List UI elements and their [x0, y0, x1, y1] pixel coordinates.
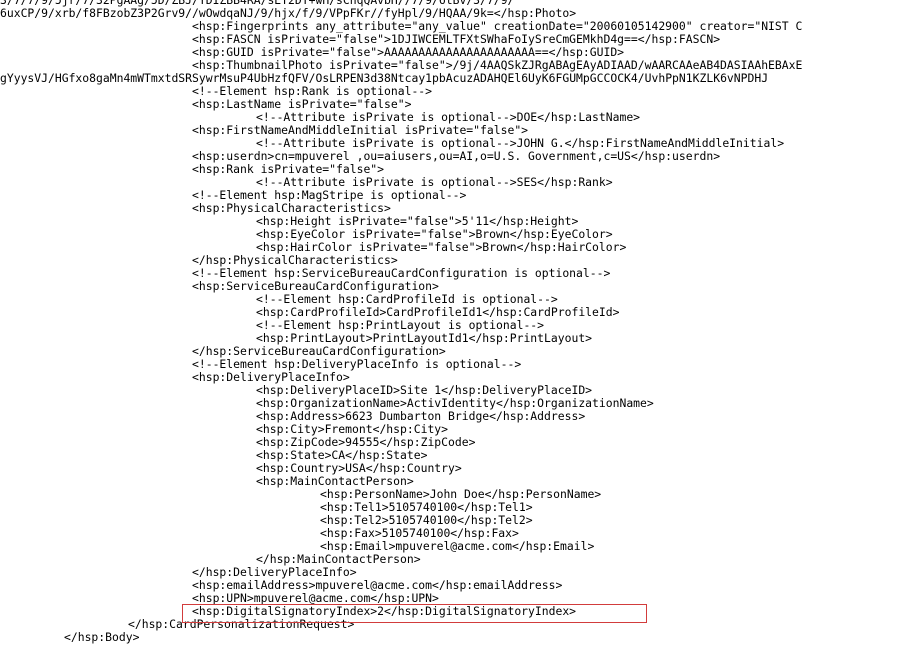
code-line: </hsp:Body> — [64, 630, 140, 644]
xml-code-view[interactable]: 3/7/7/9/5jr/7/32PgAAg/5D/ZBJ/YDIZBB4RA/s… — [0, 0, 900, 646]
code-line: </hsp:CardPersonalizationRequest> — [128, 617, 355, 631]
